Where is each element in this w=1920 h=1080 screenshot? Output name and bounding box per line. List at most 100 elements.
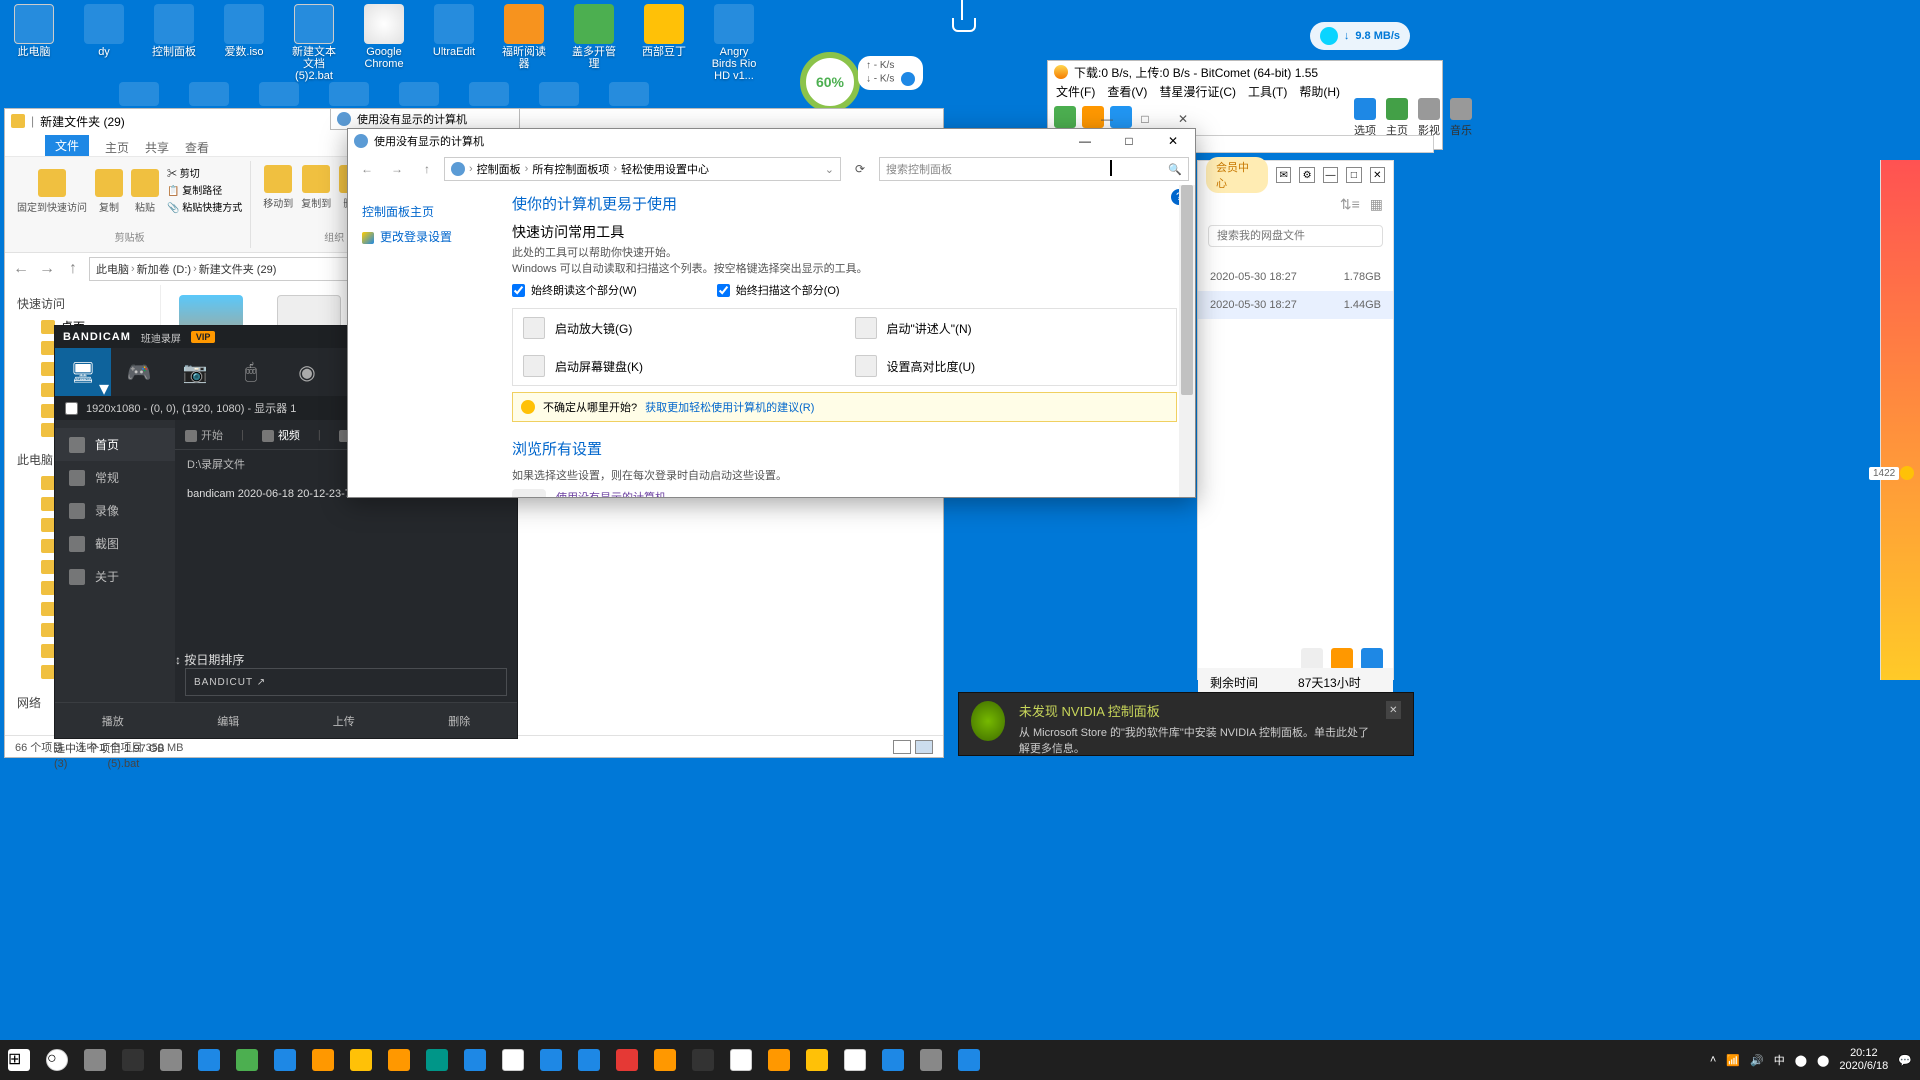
btn-pasteshort[interactable]: 📎 粘贴快捷方式 (167, 199, 242, 214)
battery-gauge[interactable]: 60% (800, 52, 860, 112)
tb-video[interactable]: 影视 (1418, 98, 1440, 138)
netdisk-search[interactable] (1208, 225, 1383, 247)
file-row[interactable]: 2020-05-30 18:271.78GB (1198, 263, 1393, 291)
minimize-button[interactable]: — (1063, 129, 1107, 153)
tb-start[interactable] (1054, 106, 1076, 128)
desktop-icon[interactable]: 福昕阅读器 (500, 4, 548, 82)
close-button[interactable]: ✕ (1164, 108, 1202, 130)
taskbar-app[interactable] (418, 1040, 456, 1080)
start-button[interactable]: ⊞ (0, 1040, 38, 1080)
tab-start[interactable]: 开始 (185, 427, 223, 443)
desktop-icon[interactable]: Angry Birds Rio HD v1... (710, 4, 758, 82)
taskbar-app[interactable] (912, 1040, 950, 1080)
eoa-back-titlebar[interactable]: 使用没有显示的计算机 (330, 108, 520, 130)
always-read-checkbox[interactable]: 始终朗读这个部分(W) (512, 282, 637, 298)
desktop-icon[interactable]: 爱数.iso (220, 4, 268, 82)
view-lock[interactable] (1361, 648, 1383, 670)
start-narrator[interactable]: 启动"讲述人"(N) (845, 309, 1177, 347)
taskbar-app[interactable] (304, 1040, 342, 1080)
menu-view[interactable]: 查看(V) (1107, 83, 1147, 103)
tray-icon[interactable]: ⬤ (1795, 1054, 1807, 1067)
taskbar-app[interactable] (342, 1040, 380, 1080)
nav-image[interactable]: 截图 (55, 527, 175, 560)
desktop-icon[interactable]: 盖多开管理 (570, 4, 618, 82)
menu-passport[interactable]: 彗星漫行证(C) (1159, 83, 1236, 103)
nav-back[interactable]: ← (354, 162, 380, 176)
network-icon[interactable]: 📶 (1726, 1054, 1740, 1067)
view-star[interactable] (1331, 648, 1353, 670)
hanger-icon[interactable] (948, 0, 976, 36)
taskbar-app[interactable] (798, 1040, 836, 1080)
start-magnifier[interactable]: 启动放大镜(G) (513, 309, 845, 347)
grid-icon[interactable]: ▦ (1370, 196, 1383, 213)
toast-close[interactable]: ✕ (1386, 701, 1401, 719)
taskbar-app[interactable] (646, 1040, 684, 1080)
desktop-icon[interactable] (185, 82, 233, 106)
nvidia-toast[interactable]: 未发现 NVIDIA 控制面板 从 Microsoft Store 的"我的软件… (958, 692, 1414, 756)
scrollbar[interactable] (1179, 185, 1195, 497)
breadcrumb[interactable]: › 控制面板› 所有控制面板项› 轻松使用设置中心 ⌄ (444, 157, 841, 181)
crumb[interactable]: 新加卷 (D:) (137, 261, 191, 277)
taskbar-app[interactable] (836, 1040, 874, 1080)
taskbar-app[interactable] (114, 1040, 152, 1080)
btn-play[interactable]: 播放 (102, 713, 124, 729)
close-icon[interactable]: ✕ (1370, 167, 1385, 183)
tab-view[interactable]: 查看 (185, 139, 209, 156)
desktop-icon[interactable] (325, 82, 373, 106)
volume-icon[interactable]: 🔊 (1750, 1054, 1764, 1067)
taskview-button[interactable] (76, 1040, 114, 1080)
desktop-icon[interactable]: 新建文本文档 (5)2.bat (290, 4, 338, 82)
taskbar-app[interactable] (722, 1040, 760, 1080)
mode-screen[interactable]: 🖥▾ (55, 348, 111, 396)
mail-icon[interactable]: ✉ (1276, 167, 1291, 183)
tray-chevron[interactable]: ˄ (1710, 1054, 1716, 1066)
btn-moveto[interactable]: 移动到 (263, 165, 293, 210)
taskbar-app[interactable] (532, 1040, 570, 1080)
option-row[interactable]: 使用没有显示的计算机 为有视力障碍的人进行优化 (512, 483, 1177, 497)
desktop-icon[interactable] (255, 82, 303, 106)
btn-paste[interactable]: 粘贴 (131, 169, 159, 214)
nav-about[interactable]: 关于 (55, 560, 175, 593)
maximize-icon[interactable]: □ (1346, 167, 1361, 183)
search-button[interactable]: ○ (38, 1040, 76, 1080)
link-login-settings[interactable]: 更改登录设置 (362, 224, 490, 249)
desktop-icon[interactable] (605, 82, 653, 106)
tab-share[interactable]: 共享 (145, 139, 169, 156)
taskbar-app[interactable] (228, 1040, 266, 1080)
btn-edit[interactable]: 编辑 (217, 713, 239, 729)
crumb[interactable]: 控制面板 (477, 161, 521, 177)
tab-home[interactable]: 主页 (105, 139, 129, 156)
desktop-icon[interactable] (465, 82, 513, 106)
always-scan-checkbox[interactable]: 始终扫描这个部分(O) (717, 282, 840, 298)
taskbar-app[interactable] (760, 1040, 798, 1080)
sort-label[interactable]: ↕ 按日期排序 (175, 651, 517, 668)
taskbar-app[interactable] (684, 1040, 722, 1080)
nav-up[interactable]: ↑ (414, 162, 440, 176)
tab-file[interactable]: 文件 (45, 135, 89, 156)
crumb[interactable]: 所有控制面板项 (532, 161, 609, 177)
taskbar-app[interactable] (874, 1040, 912, 1080)
mode-cursor[interactable]: 🖱 (223, 348, 279, 396)
quick-access-header[interactable]: 快速访问 (5, 291, 160, 316)
nav-fwd[interactable]: → (37, 259, 57, 279)
minimize-icon[interactable]: — (1323, 167, 1338, 183)
menu-tools[interactable]: 工具(T) (1248, 83, 1287, 103)
taskbar-app[interactable] (608, 1040, 646, 1080)
desktop-icon[interactable] (535, 82, 583, 106)
mode-device[interactable]: 📷 (167, 348, 223, 396)
set-high-contrast[interactable]: 设置高对比度(U) (845, 347, 1177, 385)
taskbar-app[interactable] (950, 1040, 988, 1080)
desktop-icon[interactable]: dy (80, 4, 128, 82)
view-large-icon[interactable] (915, 740, 933, 754)
btn-pin[interactable]: 固定到快速访问 (17, 169, 87, 214)
file-row[interactable]: 2020-05-30 18:271.44GB (1198, 291, 1393, 319)
search-box[interactable]: 搜索控制面板🔍 (879, 157, 1189, 181)
nav-up[interactable]: ↑ (63, 259, 83, 279)
btn-copy[interactable]: 复制 (95, 169, 123, 214)
desktop-icon[interactable]: Google Chrome (360, 4, 408, 82)
option-link[interactable]: 使用没有显示的计算机 (556, 492, 666, 497)
taskbar-app[interactable] (152, 1040, 190, 1080)
tb-select[interactable]: 选项 (1354, 98, 1376, 138)
eoa-titlebar[interactable]: 使用没有显示的计算机 — □ ✕ (348, 129, 1195, 153)
crumb[interactable]: 新建文件夹 (29) (199, 261, 277, 277)
